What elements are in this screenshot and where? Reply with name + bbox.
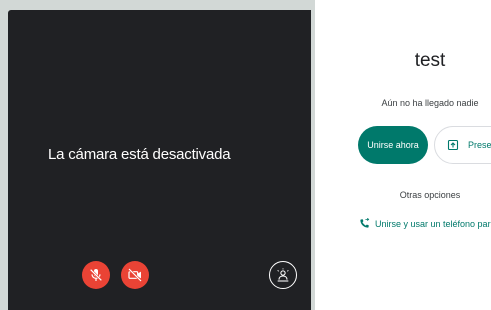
phone-forwarded-icon bbox=[360, 218, 370, 228]
join-now-button[interactable]: Unirse ahora bbox=[358, 126, 428, 164]
present-button[interactable]: Presentar bbox=[434, 126, 491, 164]
meet-prejoin-page: La cámara está desactivada test Aún no h… bbox=[0, 0, 491, 310]
phone-option-label: Unirse y usar un teléfono para el au bbox=[375, 218, 491, 229]
mic-off-icon bbox=[89, 268, 103, 282]
meeting-title: test bbox=[414, 50, 446, 71]
present-button-label: Presentar bbox=[468, 140, 491, 150]
join-with-phone-option[interactable]: Unirse y usar un teléfono para el au bbox=[359, 218, 491, 229]
visual-effects-button[interactable] bbox=[269, 261, 297, 289]
camera-off-icon bbox=[128, 268, 142, 282]
video-preview: La cámara está desactivada bbox=[8, 10, 311, 310]
preview-area: La cámara está desactivada bbox=[0, 0, 315, 310]
camera-toggle-button[interactable] bbox=[121, 261, 149, 289]
participants-status: Aún no ha llegado nadie bbox=[381, 98, 479, 108]
present-screen-icon bbox=[447, 139, 459, 151]
other-options-heading: Otras opciones bbox=[399, 190, 461, 200]
microphone-toggle-button[interactable] bbox=[82, 261, 110, 289]
camera-off-message: La cámara está desactivada bbox=[48, 146, 231, 163]
visual-effects-icon bbox=[277, 268, 289, 282]
join-panel: test Aún no ha llegado nadie Unirse ahor… bbox=[315, 0, 491, 310]
